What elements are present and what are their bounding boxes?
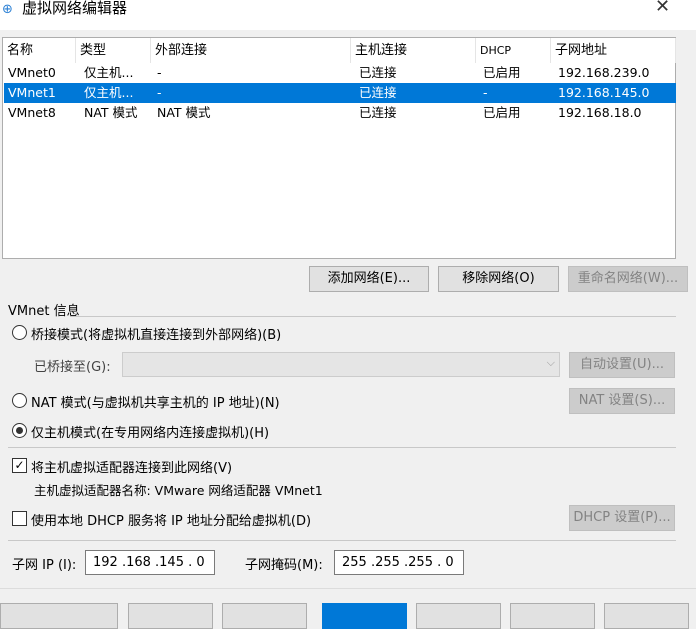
remove-network-button[interactable]: 移除网络(O) xyxy=(438,266,559,292)
column-header-dhcp[interactable]: DHCP xyxy=(476,38,551,63)
bridged-to-select[interactable]: ⌵ xyxy=(122,352,560,377)
nat-settings-button[interactable]: NAT 设置(S)... xyxy=(569,388,675,414)
column-header-external[interactable]: 外部连接 xyxy=(151,38,351,63)
close-icon[interactable]: ✕ xyxy=(655,0,670,17)
connect-adapter-label: 将主机虚拟适配器连接到此网络(V) xyxy=(31,461,233,476)
subnet-ip-label: 子网 IP (I): xyxy=(12,558,77,573)
bridged-label: 桥接模式(将虚拟机直接连接到外部网络)(B) xyxy=(31,328,282,343)
bridged-radio[interactable] xyxy=(12,325,27,340)
dhcp-checkbox[interactable] xyxy=(12,511,27,526)
column-header-host[interactable]: 主机连接 xyxy=(351,38,476,63)
table-row[interactable]: VMnet8 NAT 模式 NAT 模式 已连接 已启用 192.168.18.0 xyxy=(4,103,676,123)
cell-subnet: 192.168.239.0 xyxy=(558,65,650,80)
table-row[interactable]: VMnet1 仅主机... - 已连接 - 192.168.145.0 xyxy=(4,83,676,103)
auto-settings-button[interactable]: 自动设置(U)... xyxy=(569,352,675,378)
cell-type: 仅主机... xyxy=(84,85,134,100)
adapter-name-text: 主机虚拟适配器名称: VMware 网络适配器 VMnet1 xyxy=(34,483,323,498)
vmnet-info-label: VMnet 信息 xyxy=(8,304,80,319)
subnet-mask-label: 子网掩码(M): xyxy=(245,558,323,573)
cell-external: NAT 模式 xyxy=(157,105,211,120)
cell-type: 仅主机... xyxy=(84,65,134,80)
separator xyxy=(8,447,676,448)
cell-subnet: 192.168.145.0 xyxy=(558,85,650,100)
network-icon: ⊕ xyxy=(2,2,13,17)
group-line xyxy=(70,316,676,317)
cell-dhcp: 已启用 xyxy=(483,65,521,80)
add-network-button[interactable]: 添加网络(E)... xyxy=(309,266,429,292)
bridged-to-label: 已桥接至(G): xyxy=(34,360,111,375)
network-list[interactable]: 名称 类型 外部连接 主机连接 DHCP 子网地址 VMnet0 仅主机... - 已… xyxy=(2,37,676,259)
cell-dhcp: - xyxy=(483,85,488,100)
nat-radio[interactable] xyxy=(12,393,27,408)
footer-divider xyxy=(0,588,696,589)
nat-label: NAT 模式(与虚拟机共享主机的 IP 地址)(N) xyxy=(31,396,280,411)
chevron-down-icon: ⌵ xyxy=(546,356,555,369)
column-header-name[interactable]: 名称 xyxy=(3,38,76,63)
window-title: 虚拟网络编辑器 xyxy=(22,0,128,17)
table-row[interactable]: VMnet0 仅主机... - 已连接 已启用 192.168.239.0 xyxy=(4,63,676,83)
subnet-ip-input[interactable]: 192 .168 .145 . 0 xyxy=(85,550,215,575)
cell-name: VMnet0 xyxy=(8,65,56,80)
cell-dhcp: 已启用 xyxy=(483,105,521,120)
title-bar: ⊕ 虚拟网络编辑器 ✕ xyxy=(0,0,696,30)
column-header-type[interactable]: 类型 xyxy=(76,38,151,63)
subnet-mask-input[interactable]: 255 .255 .255 . 0 xyxy=(334,550,464,575)
cell-subnet: 192.168.18.0 xyxy=(558,105,642,120)
cell-name: VMnet8 xyxy=(8,105,56,120)
host-only-radio[interactable] xyxy=(12,423,27,438)
cell-external: - xyxy=(157,85,162,100)
column-header-subnet[interactable]: 子网地址 xyxy=(551,38,676,63)
cell-host: 已连接 xyxy=(359,105,397,120)
connect-adapter-checkbox[interactable]: ✓ xyxy=(12,458,27,473)
dhcp-settings-button[interactable]: DHCP 设置(P)... xyxy=(569,505,675,531)
cell-name: VMnet1 xyxy=(8,85,56,100)
cell-host: 已连接 xyxy=(359,85,397,100)
cell-type: NAT 模式 xyxy=(84,105,138,120)
rename-network-button[interactable]: 重命名网络(W)... xyxy=(568,266,688,292)
host-only-label: 仅主机模式(在专用网络内连接虚拟机)(H) xyxy=(31,426,270,441)
cell-external: - xyxy=(157,65,162,80)
dhcp-label: 使用本地 DHCP 服务将 IP 地址分配给虚拟机(D) xyxy=(31,514,312,529)
cell-host: 已连接 xyxy=(359,65,397,80)
separator xyxy=(8,540,676,541)
